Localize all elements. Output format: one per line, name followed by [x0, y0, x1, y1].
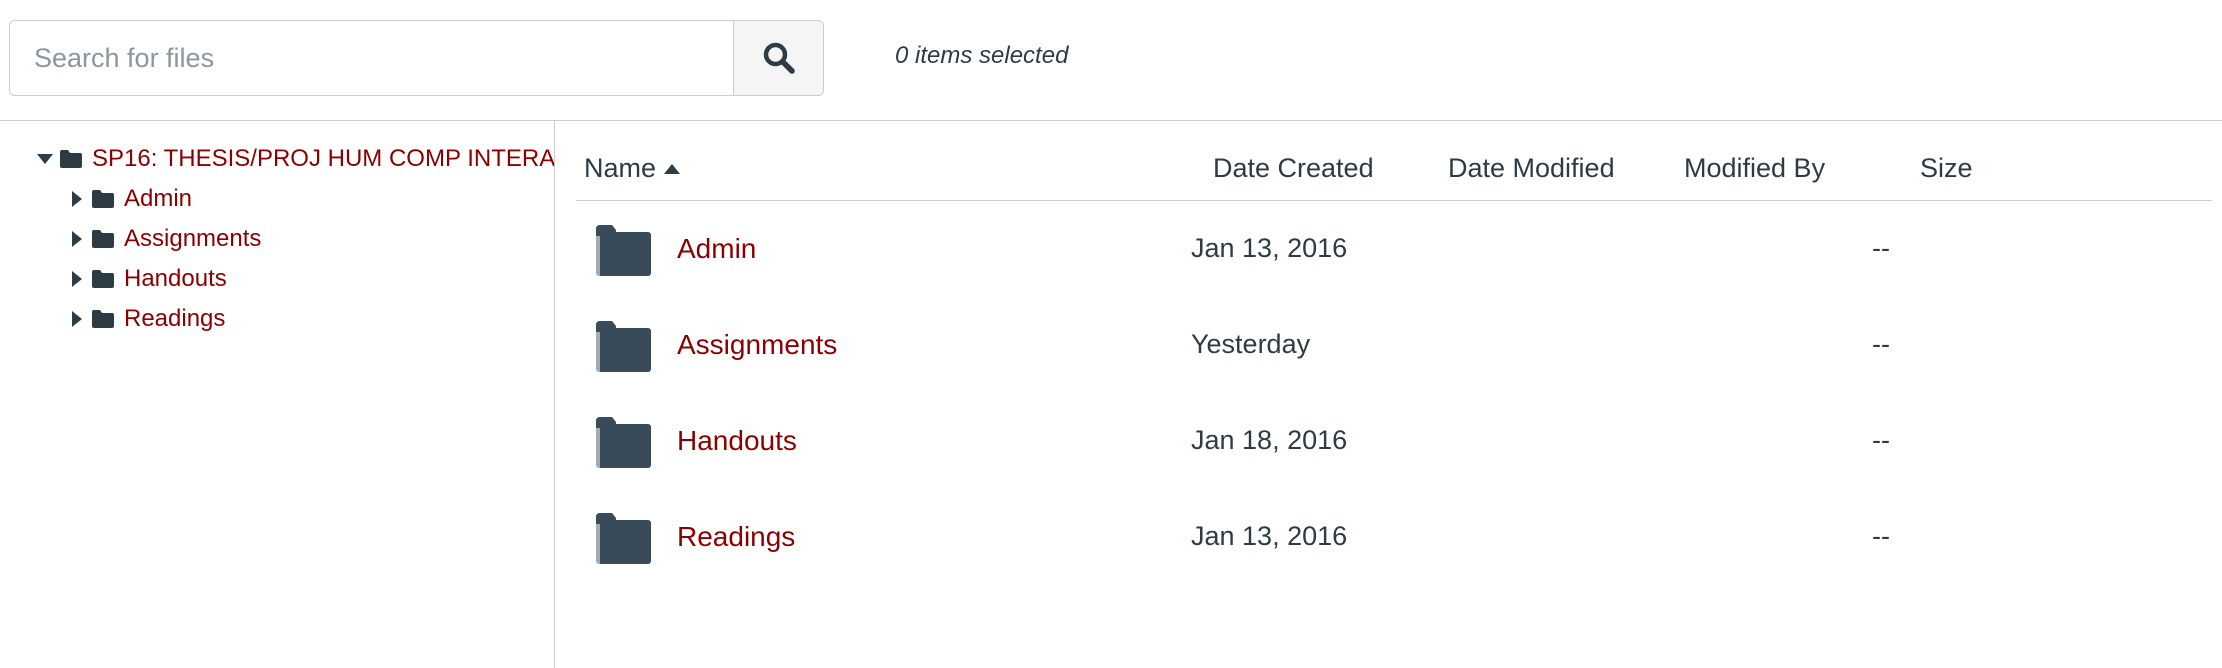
tree-item-label[interactable]: Readings	[124, 305, 225, 333]
search-input[interactable]	[10, 21, 733, 95]
tree-item-label[interactable]: Handouts	[124, 265, 227, 293]
folder-icon	[88, 189, 118, 209]
search-box	[9, 20, 824, 96]
date-created-cell: Jan 13, 2016	[1191, 233, 1348, 263]
selection-count: 0 items selected	[895, 42, 1069, 69]
column-header-modified-by[interactable]: Modified By	[1684, 153, 1825, 184]
tree-root-folder[interactable]: SP16: THESIS/PROJ HUM COMP INTERACT	[34, 141, 554, 177]
size-cell: --	[1872, 521, 1890, 551]
tree-item-label[interactable]: Assignments	[124, 225, 261, 253]
date-created-cell: Yesterday	[1191, 329, 1311, 359]
date-created-cell: Jan 18, 2016	[1191, 425, 1348, 455]
tree-item-assignments[interactable]: Assignments	[66, 221, 261, 257]
size-cell: --	[1872, 425, 1890, 455]
folder-icon	[56, 149, 86, 169]
folder-icon	[88, 309, 118, 329]
file-name-link[interactable]: Assignments	[677, 329, 837, 361]
tree-item-admin[interactable]: Admin	[66, 181, 192, 217]
column-header-label: Name	[584, 153, 657, 183]
caret-right-icon[interactable]	[66, 271, 88, 287]
column-header-date-modified[interactable]: Date Modified	[1448, 153, 1615, 184]
tree-root-label[interactable]: SP16: THESIS/PROJ HUM COMP INTERACT	[92, 145, 554, 173]
table-row[interactable]: Handouts Jan 18, 2016 --	[576, 394, 2212, 490]
folder-icon[interactable]	[594, 415, 652, 474]
search-button[interactable]	[733, 21, 823, 95]
size-cell: --	[1872, 233, 1890, 263]
tree-item-label[interactable]: Admin	[124, 185, 192, 213]
sort-ascending-icon	[664, 163, 681, 174]
tree-item-handouts[interactable]: Handouts	[66, 261, 227, 297]
size-cell: --	[1872, 329, 1890, 359]
column-header-name[interactable]: Name	[584, 153, 681, 184]
folder-icon[interactable]	[594, 319, 652, 378]
date-created-cell: Jan 13, 2016	[1191, 521, 1348, 551]
file-name-link[interactable]: Admin	[677, 233, 756, 265]
folder-icon[interactable]	[594, 511, 652, 570]
column-header-date-created[interactable]: Date Created	[1213, 153, 1374, 184]
file-name-link[interactable]: Handouts	[677, 425, 797, 457]
folder-icon	[88, 229, 118, 249]
caret-down-icon[interactable]	[34, 153, 56, 165]
folder-icon	[88, 269, 118, 289]
files-toolbar: 0 items selected	[0, 0, 2222, 121]
column-header-size[interactable]: Size	[1920, 153, 1973, 184]
table-row[interactable]: Admin Jan 13, 2016 --	[576, 202, 2212, 298]
file-name-link[interactable]: Readings	[677, 521, 795, 553]
table-row[interactable]: Assignments Yesterday --	[576, 298, 2212, 394]
folder-icon[interactable]	[594, 223, 652, 282]
tree-item-readings[interactable]: Readings	[66, 301, 225, 337]
table-row[interactable]: Readings Jan 13, 2016 --	[576, 490, 2212, 586]
caret-right-icon[interactable]	[66, 191, 88, 207]
caret-right-icon[interactable]	[66, 311, 88, 327]
folder-tree: SP16: THESIS/PROJ HUM COMP INTERACT Admi…	[0, 121, 555, 668]
search-icon	[763, 42, 795, 74]
caret-right-icon[interactable]	[66, 231, 88, 247]
table-header: Name Date Created Date Modified Modified…	[576, 121, 2212, 201]
